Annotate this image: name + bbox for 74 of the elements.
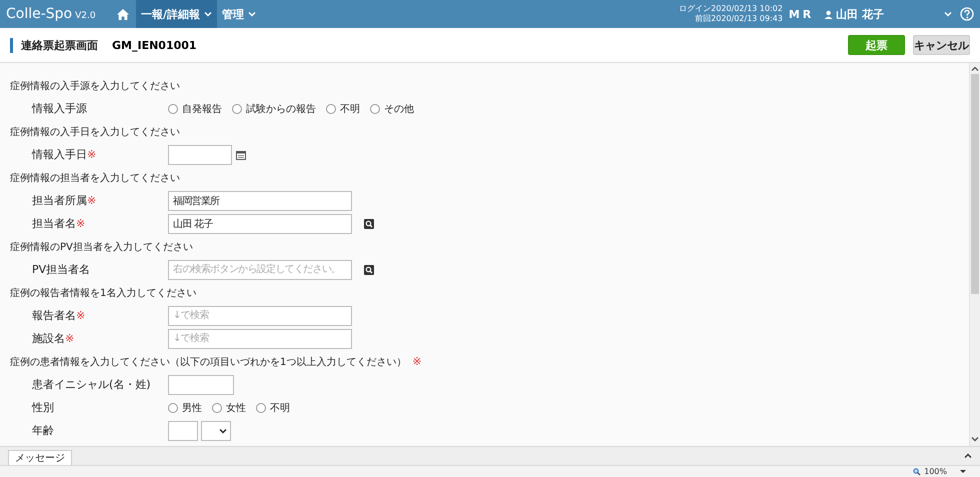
nav-menu[interactable]: 管理 xyxy=(217,0,262,28)
radio-button[interactable] xyxy=(212,402,222,412)
dropdown[interactable] xyxy=(201,420,231,440)
input-field[interactable] xyxy=(168,374,234,394)
caret-up-icon[interactable] xyxy=(964,453,972,459)
input-field[interactable]: 右の検索ボタンから設定してください。 xyxy=(168,260,352,280)
radio-label: 不明 xyxy=(340,102,360,116)
zoom-icon[interactable] xyxy=(913,468,922,476)
version-label: V2.0 xyxy=(75,11,96,21)
radio-button[interactable] xyxy=(168,104,178,114)
help-icon[interactable] xyxy=(960,7,974,21)
login-time: ログイン2020/02/13 10:02 xyxy=(679,4,783,14)
input-field[interactable]: 福岡営業所 xyxy=(168,190,352,210)
section-heading: 症例の報告者情報を1名入力してください xyxy=(10,286,196,300)
search-button[interactable] xyxy=(364,218,374,228)
section-heading: 症例情報の入手源を入力してください xyxy=(10,80,180,92)
section-heading: 症例情報の入手日を入力してください xyxy=(10,126,180,138)
screen-code: GM_IEN01001 xyxy=(112,38,197,52)
section-heading: 症例情報のPV担当者を入力してください xyxy=(10,240,193,254)
caret-icon xyxy=(219,428,227,434)
field-label: PV担当者名 xyxy=(32,262,90,277)
radio-button[interactable] xyxy=(256,402,266,412)
radio-label: 不明 xyxy=(270,402,290,414)
panel-tab[interactable]: メッセージ xyxy=(8,450,72,465)
previous-login-time: 前回2020/02/13 09:43 xyxy=(695,14,783,24)
home-icon[interactable] xyxy=(116,8,130,20)
field-label: 患者イニシャル(名・姓) xyxy=(32,377,151,392)
field-label: 情報入手源 xyxy=(32,101,87,116)
required-mark: ※ xyxy=(76,217,86,230)
caret-icon xyxy=(204,11,212,17)
caret-down-icon[interactable] xyxy=(960,469,966,474)
caret-up-icon[interactable] xyxy=(971,66,979,72)
radio-button[interactable] xyxy=(168,402,178,412)
radio-label: 自発報告 xyxy=(182,102,222,116)
required-mark: ※ xyxy=(412,355,422,368)
section-heading: 症例情報の担当者を入力してください xyxy=(10,172,180,184)
caret-down-icon[interactable] xyxy=(971,436,979,442)
required-mark: ※ xyxy=(87,194,96,207)
nav-menu[interactable]: 一報/詳細報 xyxy=(136,0,218,28)
role-label: MR xyxy=(788,8,814,20)
input-field[interactable]: ↓で検索 xyxy=(168,328,352,348)
input-field[interactable]: ↓で検索 xyxy=(168,306,352,326)
page-title: 連絡票起票画面 xyxy=(21,38,98,52)
required-mark: ※ xyxy=(65,332,74,345)
user-icon xyxy=(824,10,834,18)
field-label: 情報入手日 xyxy=(32,147,87,162)
radio-button[interactable] xyxy=(370,104,380,114)
radio-label: その他 xyxy=(384,102,414,116)
radio-label: 試験からの報告 xyxy=(246,102,316,116)
input-field[interactable] xyxy=(168,420,198,440)
field-label: 報告者名 xyxy=(32,308,76,323)
radio-button[interactable] xyxy=(232,104,242,114)
field-label: 性別 xyxy=(32,400,54,415)
radio-label: 男性 xyxy=(182,402,202,414)
required-mark: ※ xyxy=(87,148,96,161)
field-label: 担当者所属 xyxy=(32,193,87,208)
field-label: 施設名 xyxy=(32,331,65,346)
field-label: 担当者名 xyxy=(32,216,76,231)
search-button[interactable] xyxy=(364,264,374,274)
calendar-icon[interactable] xyxy=(236,150,246,160)
required-mark: ※ xyxy=(76,309,86,322)
zoom-level[interactable]: 100% xyxy=(924,467,947,476)
scrollbar-thumb[interactable] xyxy=(971,74,979,294)
input-field[interactable] xyxy=(168,144,232,164)
caret-icon[interactable] xyxy=(944,11,952,17)
section-heading: 症例の患者情報を入力してください（以下の項目いづれかを1つ以上入力してください） xyxy=(10,356,406,368)
caret-icon xyxy=(248,11,256,17)
cancel-button[interactable]: キャンセル xyxy=(913,35,970,55)
app-logo: Colle-Spo xyxy=(6,6,72,22)
field-label: 年齢 xyxy=(32,423,54,438)
radio-button[interactable] xyxy=(326,104,336,114)
user-name[interactable]: 山田 花子 xyxy=(836,6,884,22)
radio-label: 女性 xyxy=(226,402,246,414)
input-field[interactable]: 山田 花子 xyxy=(168,214,352,234)
